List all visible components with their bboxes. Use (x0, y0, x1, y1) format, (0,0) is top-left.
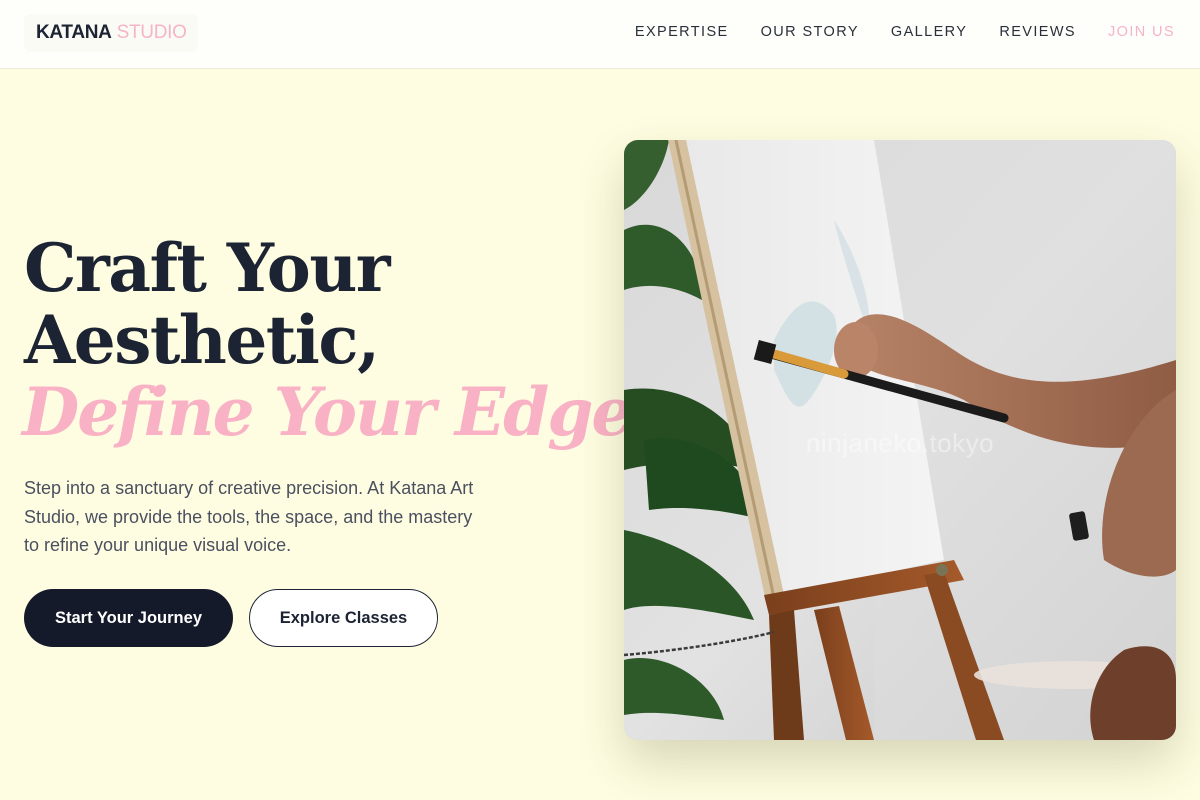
explore-classes-button[interactable]: Explore Classes (249, 589, 438, 647)
nav-link-join-us[interactable]: JOIN US (1108, 24, 1175, 40)
artist-painting-at-easel-image: ninjaneko.tokyo (624, 140, 1176, 740)
nav-link-our-story[interactable]: OUR STORY (761, 24, 859, 40)
nav-link-gallery[interactable]: GALLERY (891, 24, 967, 40)
nav-link-expertise[interactable]: EXPERTISE (635, 24, 729, 40)
site-header: KATANA STUDIO EXPERTISE OUR STORY GALLER… (0, 0, 1200, 69)
hero-headline: Craft Your Aesthetic, Define Your Edge. (22, 229, 654, 451)
hero-description: Step into a sanctuary of creative precis… (24, 478, 474, 555)
logo-brand-text: KATANA (36, 22, 112, 43)
artist-painting-illustration: ninjaneko.tokyo (624, 140, 1176, 740)
studio-logo[interactable]: KATANA STUDIO (24, 14, 198, 52)
nav-link-reviews[interactable]: REVIEWS (999, 24, 1076, 40)
headline-accent-line: Define Your Edge. (22, 373, 654, 451)
image-watermark: ninjaneko.tokyo (806, 428, 994, 458)
headline-line-1: Craft Your (24, 229, 391, 307)
main-nav: EXPERTISE OUR STORY GALLERY REVIEWS JOIN… (603, 0, 1175, 64)
start-journey-button[interactable]: Start Your Journey (24, 589, 233, 647)
headline-line-2: Aesthetic, (24, 301, 380, 379)
logo-sub-text: STUDIO (116, 22, 187, 43)
